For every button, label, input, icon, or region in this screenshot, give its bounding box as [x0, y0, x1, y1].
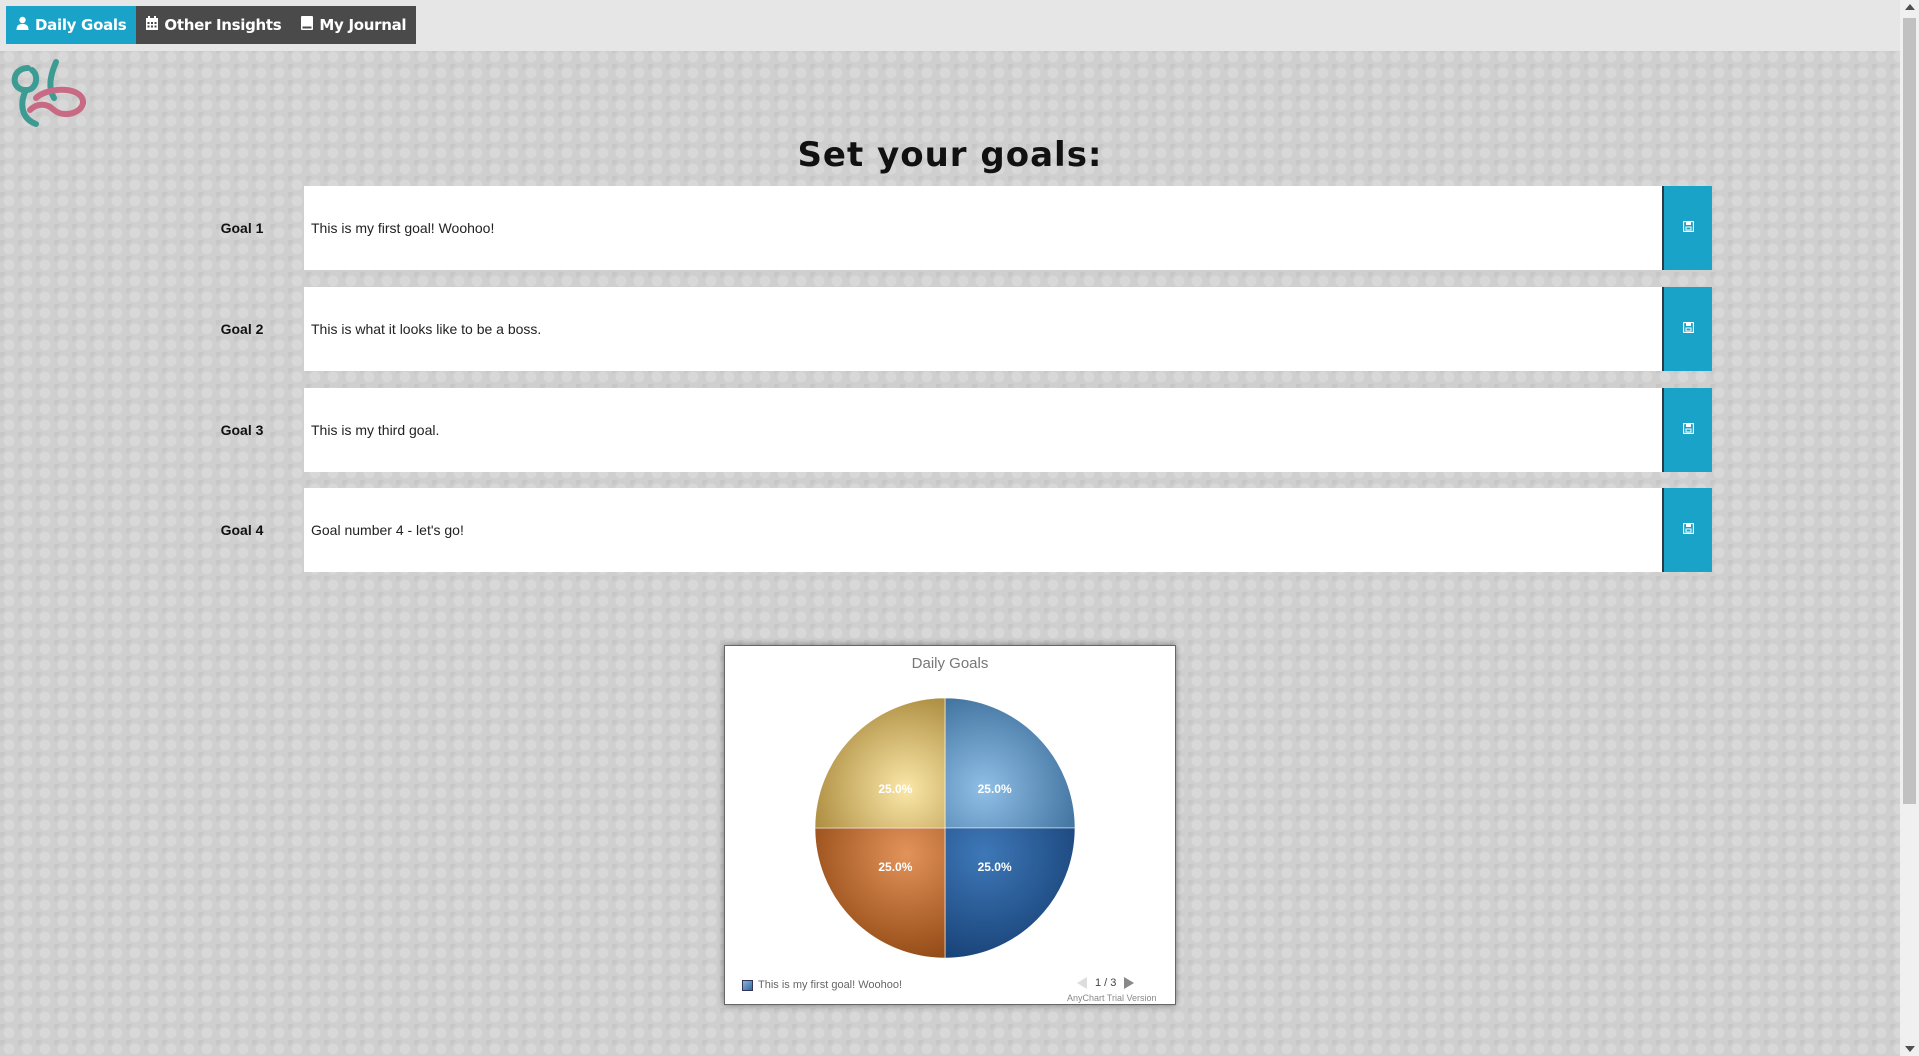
main-nav: Daily Goals Other Insights My Journal [6, 6, 417, 44]
scroll-up-icon[interactable] [1905, 4, 1915, 10]
nav-tab-daily-goals[interactable]: Daily Goals [6, 6, 137, 44]
pie-slice[interactable] [814, 697, 946, 829]
goal-row-1: Goal 1 [212, 186, 1712, 270]
trial-watermark: AnyChart Trial Version [1067, 993, 1157, 1003]
pie-slice[interactable] [944, 697, 1076, 829]
prev-page-icon[interactable] [1077, 977, 1087, 989]
legend-pager: 1 / 3 [1077, 977, 1135, 989]
pie-slice-label: 25.0% [878, 782, 912, 796]
chart-legend[interactable]: This is my first goal! Woohoo! [742, 979, 902, 991]
save-icon [1682, 521, 1694, 539]
calendar-icon [146, 16, 164, 34]
nav-label: Other Insights [164, 16, 282, 34]
nav-label: Daily Goals [35, 16, 127, 34]
pie-chart: 25.0% 25.0% 25.0% 25.0% [814, 697, 1076, 959]
goal-4-input[interactable] [304, 488, 1662, 572]
save-icon [1682, 320, 1694, 338]
goal-2-input[interactable] [304, 287, 1662, 371]
daily-goals-chart: Daily Goals 25.0% 25.0% 25.0% 25.0% This is… [724, 645, 1176, 1005]
top-navbar: Daily Goals Other Insights My Journal [0, 0, 1900, 51]
nav-tab-my-journal[interactable]: My Journal [291, 6, 416, 44]
book-icon [301, 16, 319, 34]
goal-label: Goal 4 [220, 522, 264, 538]
goal-3-input[interactable] [304, 388, 1662, 472]
pie-slice[interactable] [944, 827, 1076, 959]
goal-row-3: Goal 3 [212, 388, 1712, 472]
goal-row-2: Goal 2 [212, 287, 1712, 371]
scroll-thumb[interactable] [1903, 18, 1916, 804]
nav-label: My Journal [319, 16, 407, 34]
pie-slice-label: 25.0% [878, 860, 912, 874]
pie-slice-label: 25.0% [978, 782, 1012, 796]
user-icon [16, 16, 35, 34]
legend-label: This is my first goal! Woohoo! [758, 979, 903, 991]
next-page-icon[interactable] [1124, 977, 1135, 989]
save-icon [1682, 219, 1694, 237]
goal-1-save-button[interactable] [1662, 186, 1712, 270]
pie-slice-label: 25.0% [978, 860, 1012, 874]
save-icon [1682, 421, 1694, 439]
pie-slice[interactable] [814, 827, 946, 959]
goal-row-4: Goal 4 [212, 488, 1712, 572]
goal-label: Goal 1 [220, 220, 264, 236]
goal-2-save-button[interactable] [1662, 287, 1712, 371]
goal-label: Goal 3 [220, 422, 264, 438]
legend-swatch [742, 979, 753, 991]
goal-4-save-button[interactable] [1662, 488, 1712, 572]
scroll-down-icon[interactable] [1905, 1046, 1915, 1052]
goal-label: Goal 2 [220, 321, 264, 337]
goal-3-save-button[interactable] [1662, 388, 1712, 472]
legend-page-indicator: 1 / 3 [1095, 977, 1117, 989]
vertical-scrollbar[interactable] [1900, 0, 1919, 1056]
goal-1-input[interactable] [304, 186, 1662, 270]
nav-tab-other-insights[interactable]: Other Insights [136, 6, 291, 44]
page-title: Set your goals: [797, 135, 1103, 175]
app-logo [6, 58, 86, 135]
